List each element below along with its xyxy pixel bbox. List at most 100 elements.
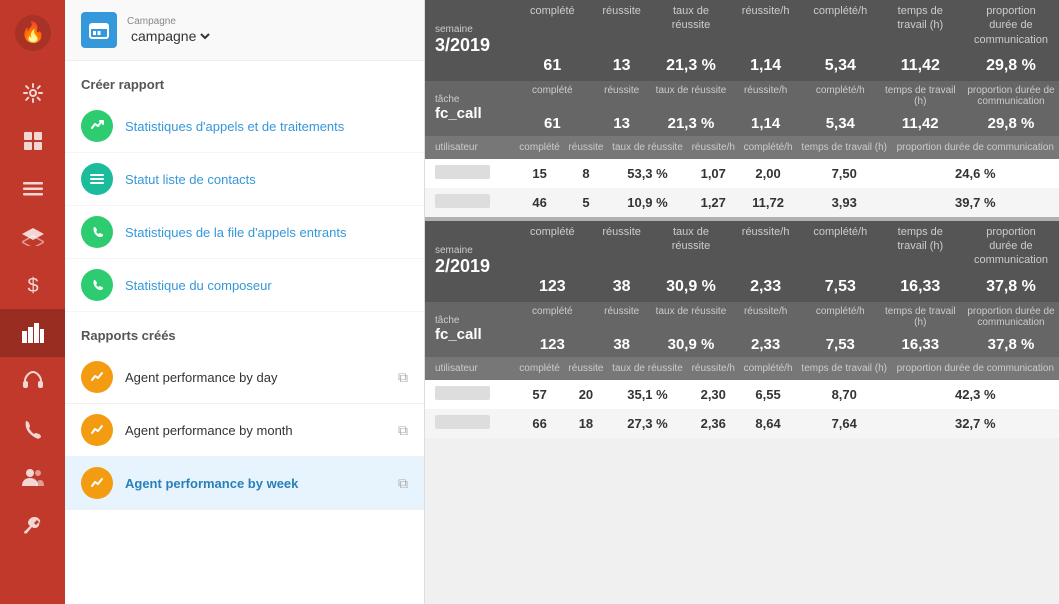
week-completed: 61 <box>515 51 590 81</box>
user-work-time: 7,64 <box>797 409 892 438</box>
user-success-rate: 10,9 % <box>608 188 688 217</box>
report-icon-day <box>81 361 113 393</box>
svg-text:$: $ <box>27 275 38 296</box>
menu-item-dialer-stats[interactable]: Statistique du composeur <box>65 259 424 312</box>
user-col-header-completed-per-h: complété/h <box>739 136 797 159</box>
report-item-day-label: Agent performance by day <box>125 370 277 385</box>
task-success-per-h: 2,33 <box>728 332 803 357</box>
week-completed-per-h: 5,34 <box>803 51 878 81</box>
menu-icon-contacts <box>81 163 113 195</box>
nav-icon-tools[interactable] <box>0 501 65 549</box>
menu-item-queue-stats[interactable]: Statistiques de la file d'appels entrant… <box>65 206 424 259</box>
menu-item-contact-list[interactable]: Statut liste de contacts <box>65 153 424 206</box>
week-success-per-h: 1,14 <box>728 51 803 81</box>
menu-item-stats-calls[interactable]: Statistiques d'appels et de traitements <box>65 100 424 153</box>
user-col-header-success-per-h: réussite/h <box>687 136 739 159</box>
menu-item-dialer-stats-label: Statistique du composeur <box>125 278 272 293</box>
user-col-header-work-time: temps de travail (h) <box>797 357 892 380</box>
task-completed-per-h: 7,53 <box>803 332 878 357</box>
campaign-dropdown[interactable]: campagne <box>127 27 213 45</box>
user-success-per-h: 2,36 <box>687 409 739 438</box>
task-row: tâche fc_call complété réussite taux de … <box>425 81 1059 136</box>
campaign-select[interactable]: campagne <box>127 27 213 45</box>
week-label: semaine <box>435 24 505 35</box>
week-success: 13 <box>590 51 654 81</box>
report-icon-week <box>81 467 113 499</box>
user-col-header-completed: complété <box>515 136 564 159</box>
report-item-month[interactable]: Agent performance by month ⧉ <box>65 404 424 457</box>
user-completed: 66 <box>515 409 564 438</box>
task-label-cell: tâche fc_call <box>425 302 515 357</box>
week-row: semaine 3/2019 complété réussite taux de… <box>425 0 1059 81</box>
report-item-day[interactable]: Agent performance by day ⧉ <box>65 351 424 404</box>
week-cell: semaine 3/2019 <box>425 0 515 81</box>
user-name-cell <box>425 409 515 438</box>
week-row: semaine 2/2019 complété réussite taux de… <box>425 221 1059 302</box>
copy-icon-month: ⧉ <box>398 422 408 439</box>
col-header-success: réussite <box>590 0 654 51</box>
task-comm-proportion: 29,8 % <box>963 111 1059 136</box>
task-data-area: complété réussite taux de réussite réuss… <box>515 81 1059 136</box>
nav-icon-menu[interactable] <box>0 165 65 213</box>
task-col-header-success-rate: taux de réussite <box>654 302 729 332</box>
user-header-label: utilisateur <box>425 136 515 159</box>
user-work-time: 3,93 <box>797 188 892 217</box>
nav-icon-grid[interactable] <box>0 117 65 165</box>
week-header-cols: complété réussite taux de réussite réuss… <box>515 221 1059 302</box>
user-col-header-completed: complété <box>515 357 564 380</box>
user-name-cell <box>425 159 515 188</box>
week-header-cols: complété réussite taux de réussite réuss… <box>515 0 1059 81</box>
col-header-success-rate: taux de réussite <box>654 0 729 51</box>
campaign-icon <box>81 12 117 48</box>
user-success-rate: 35,1 % <box>608 380 688 409</box>
task-success-rate: 21,3 % <box>654 111 729 136</box>
icon-bar: 🔥 $ <box>0 0 65 604</box>
user-comm-proportion: 24,6 % <box>892 159 1059 188</box>
task-success: 13 <box>590 111 654 136</box>
nav-icon-users[interactable] <box>0 453 65 501</box>
user-comm-proportion: 39,7 % <box>892 188 1059 217</box>
nav-icon-layers[interactable] <box>0 213 65 261</box>
user-name-placeholder <box>435 165 490 179</box>
user-col-header-success-per-h: réussite/h <box>687 357 739 380</box>
nav-icon-headset[interactable] <box>0 357 65 405</box>
user-completed: 46 <box>515 188 564 217</box>
col-header-success-per-h: réussite/h <box>728 0 803 51</box>
week-label: semaine <box>435 245 505 256</box>
campaign-label: Campagne <box>127 16 213 27</box>
nav-icon-chart[interactable] <box>0 309 65 357</box>
user-col-header-success-rate: taux de réussite <box>608 136 688 159</box>
user-col-header-success: réussite <box>564 136 608 159</box>
report-item-week-label: Agent performance by week <box>125 476 298 491</box>
report-item-month-label: Agent performance by month <box>125 423 293 438</box>
task-col-header-comm-proportion: proportion durée de communication <box>963 81 1059 111</box>
task-col-header-success: réussite <box>590 302 654 332</box>
user-success-per-h: 1,07 <box>687 159 739 188</box>
user-header-row: utilisateur complété réussite taux de ré… <box>425 357 1059 380</box>
col-header-success: réussite <box>590 221 654 272</box>
nav-icon-phone[interactable] <box>0 405 65 453</box>
user-header-row: utilisateur complété réussite taux de ré… <box>425 136 1059 159</box>
user-success-rate: 53,3 % <box>608 159 688 188</box>
nav-icon-settings[interactable] <box>0 69 65 117</box>
user-data-row: 15 8 53,3 % 1,07 2,00 7,50 24,6 % <box>425 159 1059 188</box>
user-completed-per-h: 2,00 <box>739 159 797 188</box>
task-col-header-completed-per-h: complété/h <box>803 302 878 332</box>
col-header-completed-per-h: complété/h <box>803 221 878 272</box>
user-success-per-h: 2,30 <box>687 380 739 409</box>
week-success: 38 <box>590 272 654 302</box>
sidebar: Campagne campagne Créer rapport Statisti… <box>65 0 425 604</box>
task-col-header-completed: complété <box>515 302 590 332</box>
report-item-week[interactable]: Agent performance by week ⧉ <box>65 457 424 510</box>
user-success-per-h: 1,27 <box>687 188 739 217</box>
menu-item-contact-list-label: Statut liste de contacts <box>125 172 256 187</box>
user-data-row: 66 18 27,3 % 2,36 8,64 7,64 32,7 % <box>425 409 1059 438</box>
user-completed-per-h: 6,55 <box>739 380 797 409</box>
task-success: 38 <box>590 332 654 357</box>
task-success-per-h: 1,14 <box>728 111 803 136</box>
user-completed: 57 <box>515 380 564 409</box>
col-header-completed: complété <box>515 221 590 272</box>
week-success-per-h: 2,33 <box>728 272 803 302</box>
nav-icon-dollar[interactable]: $ <box>0 261 65 309</box>
task-col-header-work-time: temps de travail (h) <box>878 81 963 111</box>
